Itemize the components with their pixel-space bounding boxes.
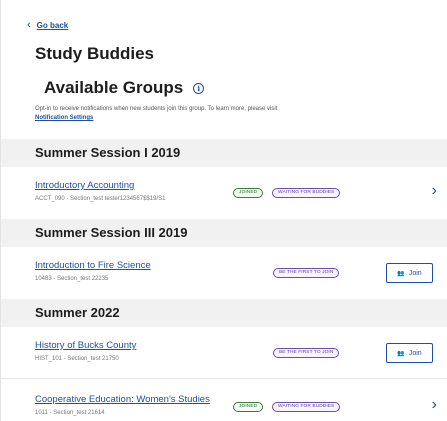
row-divider [1, 378, 447, 379]
chevron-right-icon[interactable]: › [432, 183, 437, 199]
optin-text: Opt-in to receive notifications when new… [35, 106, 278, 112]
available-groups-header: Available Groups i [44, 78, 205, 98]
chevron-right-icon[interactable]: › [432, 397, 437, 413]
course-row: Introduction to Fire Science 10483 - Sec… [1, 247, 447, 297]
course-row[interactable]: Introductory Accounting ACCT_090 - Secti… [1, 167, 447, 215]
join-button[interactable]: 👥 Join [386, 263, 433, 283]
session-title: Summer 2022 [35, 305, 120, 320]
be-the-first-to-join-badge: BE THE FIRST TO JOIN [273, 348, 340, 358]
course-meta: ACCT_090 - Section_test tester1234567$$1… [35, 196, 166, 202]
session-header: Summer Session I 2019 [1, 139, 447, 167]
available-groups-title: Available Groups [44, 78, 184, 97]
go-back-label: Go back [36, 21, 69, 30]
course-meta: 10483 - Section_test 22235 [35, 276, 109, 282]
session-header: Summer Session III 2019 [1, 219, 447, 247]
session-title: Summer Session I 2019 [35, 145, 181, 160]
users-icon: 👥 [397, 270, 405, 277]
join-label: Join [408, 269, 422, 277]
join-button[interactable]: 👥 Join [386, 343, 433, 363]
study-buddies-page: ‹ Go back Study Buddies Available Groups… [0, 0, 447, 421]
chevron-left-icon: ‹ [27, 19, 31, 31]
course-name-link[interactable]: Introduction to Fire Science [35, 260, 151, 271]
waiting-for-buddies-badge: WAITING FOR BUDDIES [272, 188, 341, 198]
optin-description: Opt-in to receive notifications when new… [35, 105, 425, 123]
page-title: Study Buddies [35, 44, 155, 63]
waiting-for-buddies-badge: WAITING FOR BUDDIES [272, 402, 341, 412]
course-row: History of Bucks County HIST_101 - Secti… [1, 327, 447, 377]
course-name-link[interactable]: History of Bucks County [35, 340, 136, 351]
course-row[interactable]: Cooperative Education: Women's Studies 1… [1, 380, 447, 421]
course-meta: HIST_101 - Section_test 21750 [35, 356, 119, 362]
session-title: Summer Session III 2019 [35, 225, 188, 240]
info-icon[interactable]: i [193, 82, 205, 94]
joined-badge: JOINED [233, 402, 264, 412]
join-label: Join [408, 349, 422, 357]
be-the-first-to-join-badge: BE THE FIRST TO JOIN [273, 268, 340, 278]
course-meta: 1011 - Section_test 21614 [35, 410, 105, 416]
users-icon: 👥 [397, 350, 405, 357]
go-back-link[interactable]: ‹ Go back [27, 20, 68, 31]
course-name-link[interactable]: Introductory Accounting [35, 180, 134, 191]
notification-settings-link[interactable]: Notification Settings [35, 114, 425, 123]
joined-badge: JOINED [233, 188, 264, 198]
course-name-link[interactable]: Cooperative Education: Women's Studies [35, 394, 210, 405]
session-header: Summer 2022 [1, 299, 447, 327]
